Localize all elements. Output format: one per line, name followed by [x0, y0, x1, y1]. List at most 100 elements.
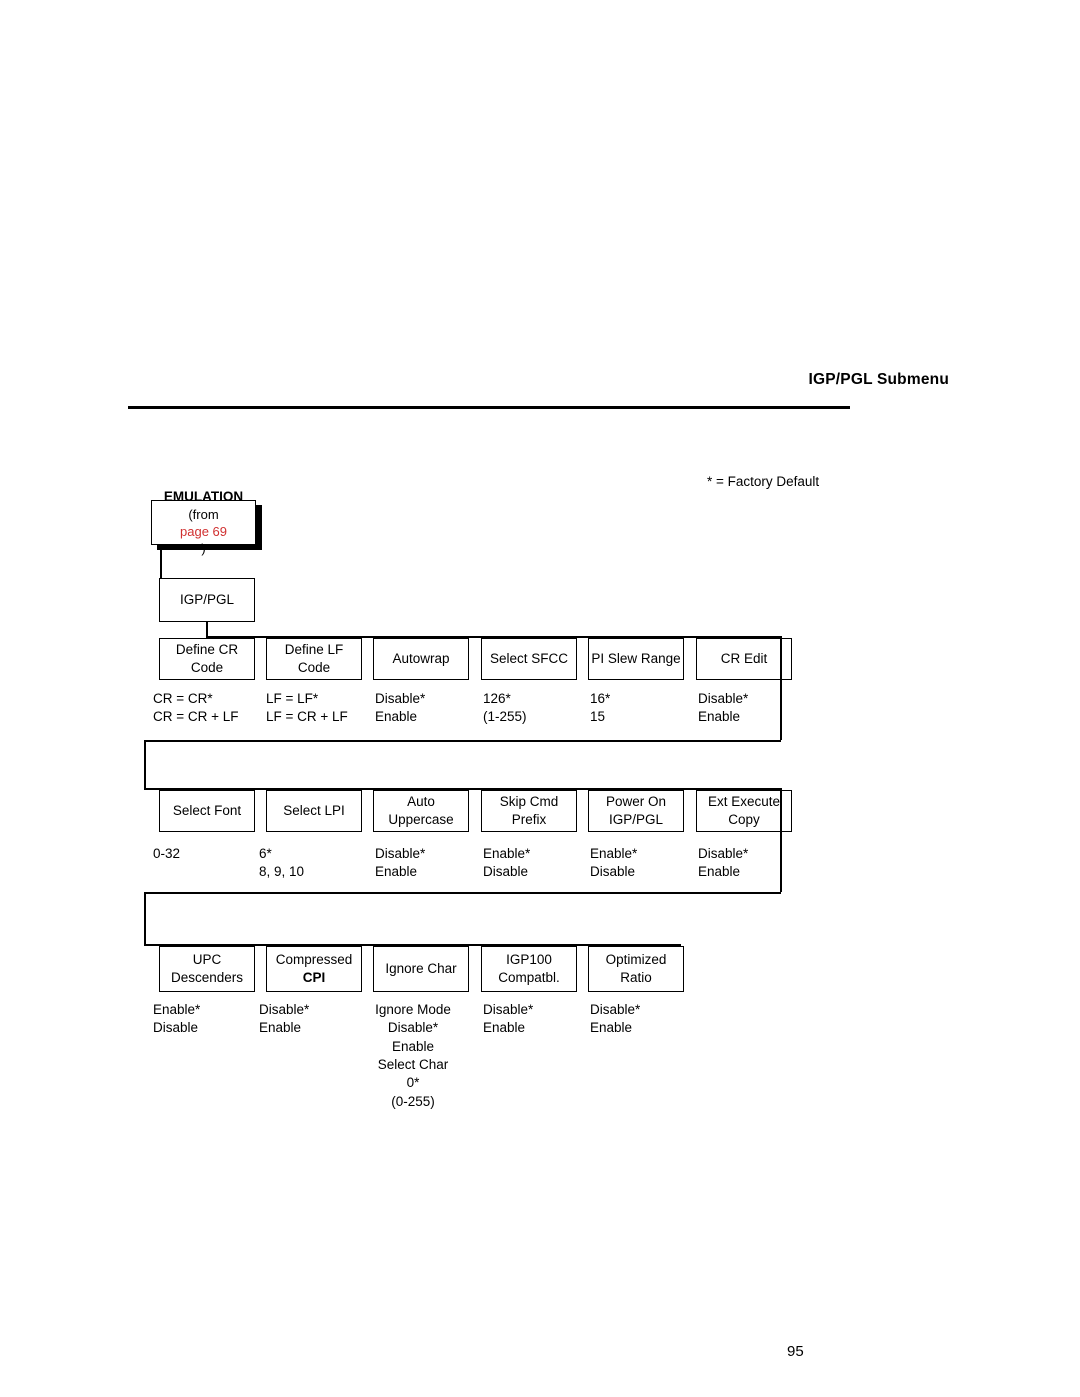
node-line2: CPI [302, 970, 326, 985]
node-line1: Ext Execute [707, 794, 781, 810]
node-line2: Prefix [511, 812, 547, 827]
option-item: Disable* [590, 1002, 641, 1017]
options-pi-slew-range: 16* 15 [590, 690, 700, 727]
option-item: LF = LF* [266, 691, 319, 706]
root-node-igp-pgl: IGP/PGL [159, 578, 255, 622]
option-item: Enable [698, 709, 741, 725]
option-item: Enable [483, 1020, 526, 1036]
options-auto-uppercase: Disable* Enable [375, 845, 485, 882]
connector-root-down [206, 622, 208, 636]
header-divider [128, 406, 850, 409]
option-item: Ignore Mode [375, 1002, 451, 1017]
page-title: IGP/PGL Submenu [808, 371, 949, 388]
node-define-lf-code: Define LF Code [266, 638, 362, 680]
emulation-entry-box: EMULATION (from page 69) [151, 489, 256, 556]
connector-emulation-to-root [160, 545, 162, 578]
node-ignore-char: Ignore Char [373, 946, 469, 992]
option-item: Enable [698, 864, 741, 880]
node-line2: Code [297, 660, 331, 675]
option-item: CR = CR + LF [153, 709, 239, 725]
node-line1: IGP100 [506, 952, 552, 968]
node-line1: Power On [605, 794, 667, 810]
option-item: Enable [590, 1020, 633, 1036]
options-select-sfcc: 126* (1-255) [483, 690, 593, 727]
row1-to-row2-wrap [144, 740, 781, 742]
node-line2: Descenders [170, 970, 244, 985]
page-number: 95 [787, 1343, 804, 1360]
option-item: Disable [590, 864, 636, 880]
options-power-on-igp-pgl: Enable* Disable [590, 845, 700, 882]
node-line1: Define CR [175, 642, 239, 658]
option-item: 8, 9, 10 [259, 864, 305, 880]
option-item: Disable* [259, 1002, 310, 1017]
node-line2: Uppercase [388, 812, 454, 827]
node-line2: Ratio [620, 970, 652, 985]
options-define-lf-code: LF = LF* LF = CR + LF [266, 690, 376, 727]
option-item: 6* [259, 846, 272, 861]
node-select-sfcc: Select SFCC [481, 638, 577, 680]
row2-wrap-down-right [780, 788, 782, 892]
option-item: 0* [406, 1075, 420, 1091]
node-line1: Skip Cmd [499, 794, 559, 810]
node-line1: Select LPI [283, 803, 345, 819]
option-item: Disable* [698, 846, 749, 861]
option-item: Disable* [698, 691, 749, 706]
node-pi-slew-range: PI Slew Range [588, 638, 684, 680]
page-reference-link[interactable]: page 69 [152, 523, 255, 540]
node-igp100-compatbl: IGP100 Compatbl. [481, 946, 577, 992]
option-item: LF = CR + LF [266, 709, 348, 725]
option-item: Enable [375, 709, 418, 725]
node-select-lpi: Select LPI [266, 790, 362, 832]
node-power-on-igp-pgl: Power On IGP/PGL [588, 790, 684, 832]
option-item: Enable* [590, 846, 638, 861]
node-line1: Select Font [172, 803, 242, 819]
option-item: Disable [483, 864, 529, 880]
node-define-cr-code: Define CR Code [159, 638, 255, 680]
options-cr-edit: Disable* Enable [698, 690, 808, 727]
option-item: 16* [590, 691, 611, 706]
options-ignore-char: Ignore Mode Disable* Enable Select Char … [358, 1001, 468, 1111]
option-item: CR = CR* [153, 691, 213, 706]
node-line1: CR Edit [720, 651, 768, 667]
options-upc-descenders: Enable* Disable [153, 1001, 263, 1038]
option-item: Disable [153, 1020, 199, 1036]
options-autowrap: Disable* Enable [375, 690, 485, 727]
option-item: Enable* [483, 846, 531, 861]
node-compressed-cpi: Compressed CPI [266, 946, 362, 992]
option-item: (0-255) [391, 1093, 435, 1109]
node-line1: Ignore Char [385, 961, 457, 977]
node-ext-execute-copy: Ext Execute Copy [696, 790, 792, 832]
node-optimized-ratio: Optimized Ratio [588, 946, 684, 992]
options-select-lpi: 6* 8, 9, 10 [259, 845, 369, 882]
option-item: Disable* [375, 846, 426, 861]
option-item: Enable [391, 1038, 435, 1054]
node-line1: UPC [192, 952, 222, 968]
node-line1: Select SFCC [489, 651, 569, 667]
options-compressed-cpi: Disable* Enable [259, 1001, 369, 1038]
node-line2: Compatbl. [498, 970, 560, 985]
node-line2: Code [190, 660, 224, 675]
node-skip-cmd-prefix: Skip Cmd Prefix [481, 790, 577, 832]
node-line1: Define LF [284, 642, 344, 658]
option-item: Enable [259, 1020, 302, 1036]
option-item: Enable* [153, 1002, 201, 1017]
option-item: 0-32 [153, 846, 181, 861]
node-line2: Copy [728, 812, 760, 827]
options-igp100-compatbl: Disable* Enable [483, 1001, 593, 1038]
factory-default-legend: * = Factory Default [707, 474, 820, 489]
node-upc-descenders: UPC Descenders [159, 946, 255, 992]
option-item: Select Char [377, 1057, 449, 1073]
row2-to-row3-wrap [144, 892, 781, 894]
options-select-font: 0-32 [153, 845, 263, 863]
node-cr-edit: CR Edit [696, 638, 792, 680]
row1-wrap-down [780, 636, 782, 740]
option-item: Disable* [375, 691, 426, 706]
root-node-label: IGP/PGL [179, 592, 235, 608]
option-item: (1-255) [483, 709, 527, 725]
node-line2: IGP/PGL [608, 812, 664, 827]
node-line1: Optimized [605, 952, 667, 968]
emulation-from-reference: (from page 69) [152, 506, 255, 557]
node-autowrap: Autowrap [373, 638, 469, 680]
option-item: 126* [483, 691, 511, 706]
node-line1: Auto [407, 794, 435, 810]
